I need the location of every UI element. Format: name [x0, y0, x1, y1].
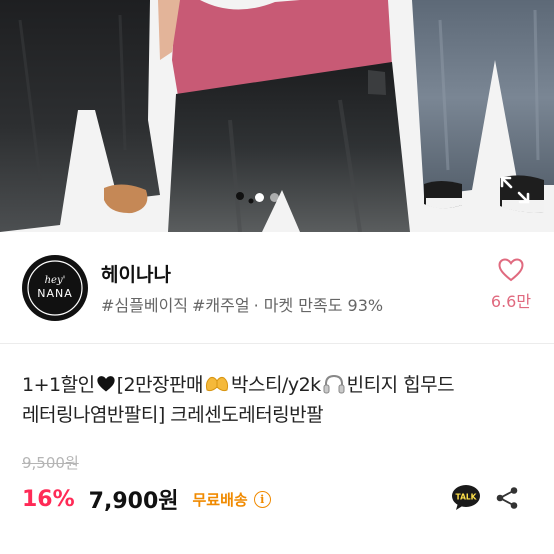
shop-tags: #심플베이직 #캐주얼 · 마켓 만족도 93% — [101, 292, 387, 316]
svg-text:NANA: NANA — [37, 287, 73, 300]
title-part: 박스티/y2k — [230, 374, 321, 396]
shop-tag[interactable]: #심플베이직 — [101, 296, 188, 315]
market-satisfaction: · 마켓 만족도 93% — [253, 296, 384, 315]
talk-button[interactable]: TALK — [451, 484, 481, 512]
shop-tag[interactable]: #캐주얼 — [192, 296, 250, 315]
like-button[interactable]: 6.6만 — [488, 258, 534, 312]
heart-icon — [498, 258, 524, 282]
black-heart-icon — [96, 376, 115, 392]
heart-hands-icon — [205, 376, 229, 392]
title-part: 1+1할인 — [22, 374, 95, 396]
sale-price: 7,900원 — [88, 489, 179, 514]
expand-icon[interactable] — [498, 174, 532, 206]
info-icon[interactable]: i — [253, 490, 271, 508]
product-image-carousel[interactable] — [0, 0, 554, 232]
carousel-dot-active[interactable] — [255, 193, 264, 202]
title-part: 빈티지 힙무드 — [346, 374, 455, 396]
svg-text:hey': hey' — [45, 275, 66, 286]
original-price: 9,500원 — [22, 454, 79, 472]
product-title: 1+1할인 [2만장판매 박스티/y2k 빈티지 힙무드 레터링나염반팔티] 크레센도… — [22, 370, 537, 430]
title-line-2: 레터링나염반팔티] 크레센도레터링반팔 — [22, 404, 324, 426]
headphones-icon — [323, 374, 345, 394]
free-shipping-label: 무료배송 — [192, 490, 248, 509]
talk-label: TALK — [456, 493, 478, 502]
carousel-dot[interactable] — [270, 193, 279, 202]
share-icon[interactable] — [495, 486, 519, 510]
shop-logo-mark: hey' NANA — [27, 260, 83, 316]
carousel-indicator — [255, 193, 279, 202]
price-row: 16% 7,900원 무료배송 i — [22, 484, 271, 514]
discount-rate: 16% — [22, 486, 75, 512]
shop-logo[interactable]: hey' NANA — [22, 255, 88, 321]
title-part: [2만장판매 — [116, 374, 204, 396]
shop-name[interactable]: 헤이나나 — [101, 260, 171, 287]
like-count: 6.6만 — [490, 292, 532, 311]
shop-info[interactable]: hey' NANA 헤이나나 #심플베이직 #캐주얼 · 마켓 만족도 93% 6.… — [0, 232, 554, 344]
